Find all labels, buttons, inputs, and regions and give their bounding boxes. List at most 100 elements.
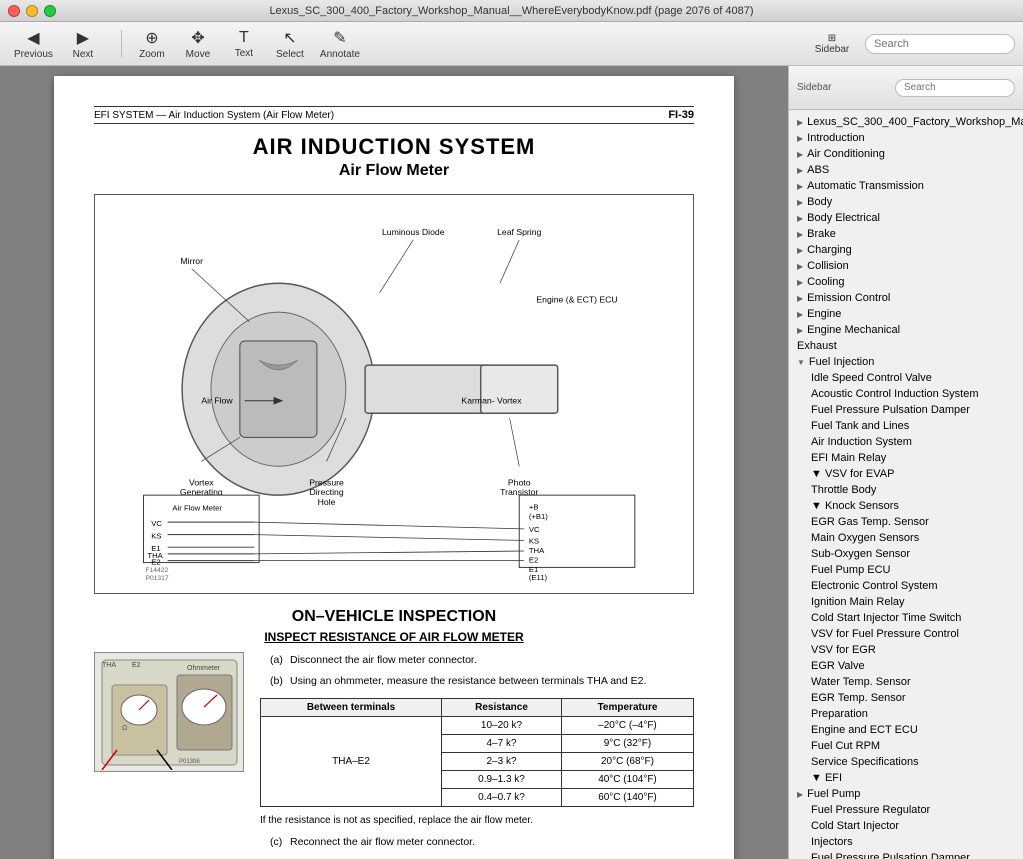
tree-item-label: Fuel Injection (809, 356, 874, 368)
sidebar-item-water-temp-sensor[interactable]: Water Temp. Sensor (789, 674, 1023, 690)
sidebar-item-fuel-pressure-regulator-top[interactable]: Fuel Pressure Regulator (789, 802, 1023, 818)
sidebar-item-sub-oxygen-sensor[interactable]: Sub-Oxygen Sensor (789, 546, 1023, 562)
sidebar-item-engine-mechanical[interactable]: ▶Engine Mechanical (789, 322, 1023, 338)
sidebar-item-charging[interactable]: ▶Charging (789, 242, 1023, 258)
sidebar-item-electronic-control-system[interactable]: Electronic Control System (789, 578, 1023, 594)
previous-button[interactable]: ◀ Previous (8, 26, 59, 62)
sidebar-item-fuel-injection[interactable]: ▼ Fuel Injection (789, 354, 1023, 370)
pdf-viewer[interactable]: EFI SYSTEM — Air Induction System (Air F… (0, 66, 788, 859)
sidebar-item-egr-gas-temp-sensor[interactable]: EGR Gas Temp. Sensor (789, 514, 1023, 530)
previous-icon: ◀ (27, 28, 39, 48)
tree-arrow-icon: ▼ (797, 358, 805, 367)
tree-arrow-icon: ▶ (797, 230, 803, 239)
sidebar-item-injectors[interactable]: Injectors (789, 834, 1023, 850)
sidebar-item-cold-start-injector[interactable]: Cold Start Injector (789, 818, 1023, 834)
sidebar-item-body-electrical[interactable]: ▶Body Electrical (789, 210, 1023, 226)
minimize-button[interactable] (26, 5, 38, 17)
titlebar: Lexus_SC_300_400_Factory_Workshop_Manual… (0, 0, 1023, 22)
sidebar-item-ignition-main-relay[interactable]: Ignition Main Relay (789, 594, 1023, 610)
sidebar-item-automatic-transmission[interactable]: ▶Automatic Transmission (789, 178, 1023, 194)
sidebar-item-air-induction-system-fuel[interactable]: Air Induction System (789, 434, 1023, 450)
text-label: Text (235, 48, 253, 59)
sidebar-item-vsv-for-egr[interactable]: VSV for EGR (789, 642, 1023, 658)
sidebar-toggle-button[interactable]: ⊞ Sidebar (807, 26, 857, 62)
select-button[interactable]: ↖ Select (268, 26, 312, 62)
sidebar-item-cooling[interactable]: ▶Cooling (789, 274, 1023, 290)
sidebar-item-air-conditioning[interactable]: ▶Air Conditioning (789, 146, 1023, 162)
sidebar-item-service-specifications[interactable]: Service Specifications (789, 754, 1023, 770)
tree-item-label: EGR Valve (811, 660, 865, 672)
sidebar-item-fuel-tank-and-lines[interactable]: Fuel Tank and Lines (789, 418, 1023, 434)
tree-item-label: Fuel Pressure Pulsation Damper (811, 852, 970, 859)
sidebar-search-input[interactable] (895, 79, 1015, 97)
sidebar-item-fuel-cut-rpm[interactable]: Fuel Cut RPM (789, 738, 1023, 754)
sidebar-item-abs[interactable]: ▶ABS (789, 162, 1023, 178)
sidebar-item-egr-valve[interactable]: EGR Valve (789, 658, 1023, 674)
sidebar-item-fuel-pump-ecu[interactable]: Fuel Pump ECU (789, 562, 1023, 578)
sidebar-item-collision[interactable]: ▶Collision (789, 258, 1023, 274)
sidebar-item-introduction[interactable]: ▶Introduction (789, 130, 1023, 146)
sidebar-item-fuel-pump[interactable]: ▶Fuel Pump (789, 786, 1023, 802)
svg-text:VC: VC (151, 519, 162, 528)
table-row: 2–3 k? (442, 752, 562, 770)
search-input[interactable] (865, 34, 1015, 54)
pdf-page-1: EFI SYSTEM — Air Induction System (Air F… (54, 76, 734, 859)
sidebar-item-knock-sensors[interactable]: ▼ Knock Sensors (789, 498, 1023, 514)
tree-item-label: Throttle Body (811, 484, 876, 496)
tree-item-label: ABS (807, 164, 829, 176)
sidebar-item-engine[interactable]: ▶Engine (789, 306, 1023, 322)
sidebar-item-emission-control[interactable]: ▶ Emission Control (789, 290, 1023, 306)
svg-text:Air Flow: Air Flow (201, 396, 233, 406)
maximize-button[interactable] (44, 5, 56, 17)
next-button[interactable]: ▶ Next (61, 26, 105, 62)
header-left: EFI SYSTEM — Air Induction System (Air F… (94, 110, 334, 121)
sidebar-item-fuel-pressure-pulsation-damper[interactable]: Fuel Pressure Pulsation Damper (789, 402, 1023, 418)
svg-text:THA: THA (102, 662, 116, 669)
tree-item-label: Emission Control (807, 292, 890, 304)
sidebar-item-preparation[interactable]: Preparation (789, 706, 1023, 722)
sidebar-item-brake[interactable]: ▶Brake (789, 226, 1023, 242)
select-icon: ↖ (283, 28, 296, 48)
sidebar-item-engine-ect-ecu[interactable]: Engine and ECT ECU (789, 722, 1023, 738)
sidebar-item-efi-main-relay[interactable]: EFI Main Relay (789, 450, 1023, 466)
tree-item-label: Fuel Cut RPM (811, 740, 880, 752)
tree-item-label: Sub-Oxygen Sensor (811, 548, 910, 560)
text-button[interactable]: T Text (222, 26, 266, 62)
diagram-svg: Luminous Diode Leaf Spring Mirror Air Fl… (105, 205, 683, 583)
separator-1 (121, 30, 122, 58)
table-row: 4–7 k? (442, 734, 562, 752)
sidebar-item-throttle-body[interactable]: Throttle Body (789, 482, 1023, 498)
sidebar-item-lexus-root[interactable]: ▶Lexus_SC_300_400_Factory_Workshop_Manua… (789, 114, 1023, 130)
sidebar-item-vsv-for-evap[interactable]: ▼ VSV for EVAP (789, 466, 1023, 482)
annotate-button[interactable]: ✎ Annotate (314, 26, 366, 62)
sidebar-toolbar: Sidebar (789, 66, 1023, 110)
svg-text:VC: VC (529, 525, 540, 534)
sidebar-item-main-oxygen-sensors[interactable]: Main Oxygen Sensors (789, 530, 1023, 546)
step-a: (a) Disconnect the air flow meter connec… (260, 652, 694, 669)
svg-text:Ω: Ω (122, 725, 127, 732)
sidebar-item-acoustic-control-induction-system[interactable]: Acoustic Control Induction System (789, 386, 1023, 402)
sidebar-item-exhaust[interactable]: Exhaust (789, 338, 1023, 354)
tree-item-label: Engine and ECT ECU (811, 724, 918, 736)
tree-item-label: Main Oxygen Sensors (811, 532, 919, 544)
tree-arrow-icon: ▶ (797, 294, 803, 303)
toolbar-right: ⊞ Sidebar (807, 26, 1015, 62)
move-button[interactable]: ✥ Move (176, 26, 220, 62)
tree-item-label: Fuel Tank and Lines (811, 420, 909, 432)
svg-text:Photo: Photo (508, 478, 531, 488)
table-row: 40°C (104°F) (561, 770, 693, 788)
sidebar-item-vsv-fuel-pressure-control[interactable]: VSV for Fuel Pressure Control (789, 626, 1023, 642)
tree-item-label: EGR Temp. Sensor (811, 692, 906, 704)
main-layout: EFI SYSTEM — Air Induction System (Air F… (0, 66, 1023, 859)
sidebar-item-body[interactable]: ▶Body (789, 194, 1023, 210)
sidebar-item-fuel-pressure-pulsation-damper2[interactable]: Fuel Pressure Pulsation Damper (789, 850, 1023, 859)
sidebar-item-cold-start-injector-time-switch[interactable]: Cold Start Injector Time Switch (789, 610, 1023, 626)
svg-text:Vortex: Vortex (189, 478, 214, 488)
close-button[interactable] (8, 5, 20, 17)
sidebar-item-idle-speed-control-valve[interactable]: Idle Speed Control Valve (789, 370, 1023, 386)
sidebar-item-egr-temp-sensor[interactable]: EGR Temp. Sensor (789, 690, 1023, 706)
zoom-button[interactable]: ⊕ Zoom (130, 26, 174, 62)
sidebar-tree[interactable]: ▶Lexus_SC_300_400_Factory_Workshop_Manua… (789, 110, 1023, 859)
tree-item-label: Cold Start Injector Time Switch (811, 612, 961, 624)
sidebar-item-efi[interactable]: ▼ EFI (789, 770, 1023, 786)
